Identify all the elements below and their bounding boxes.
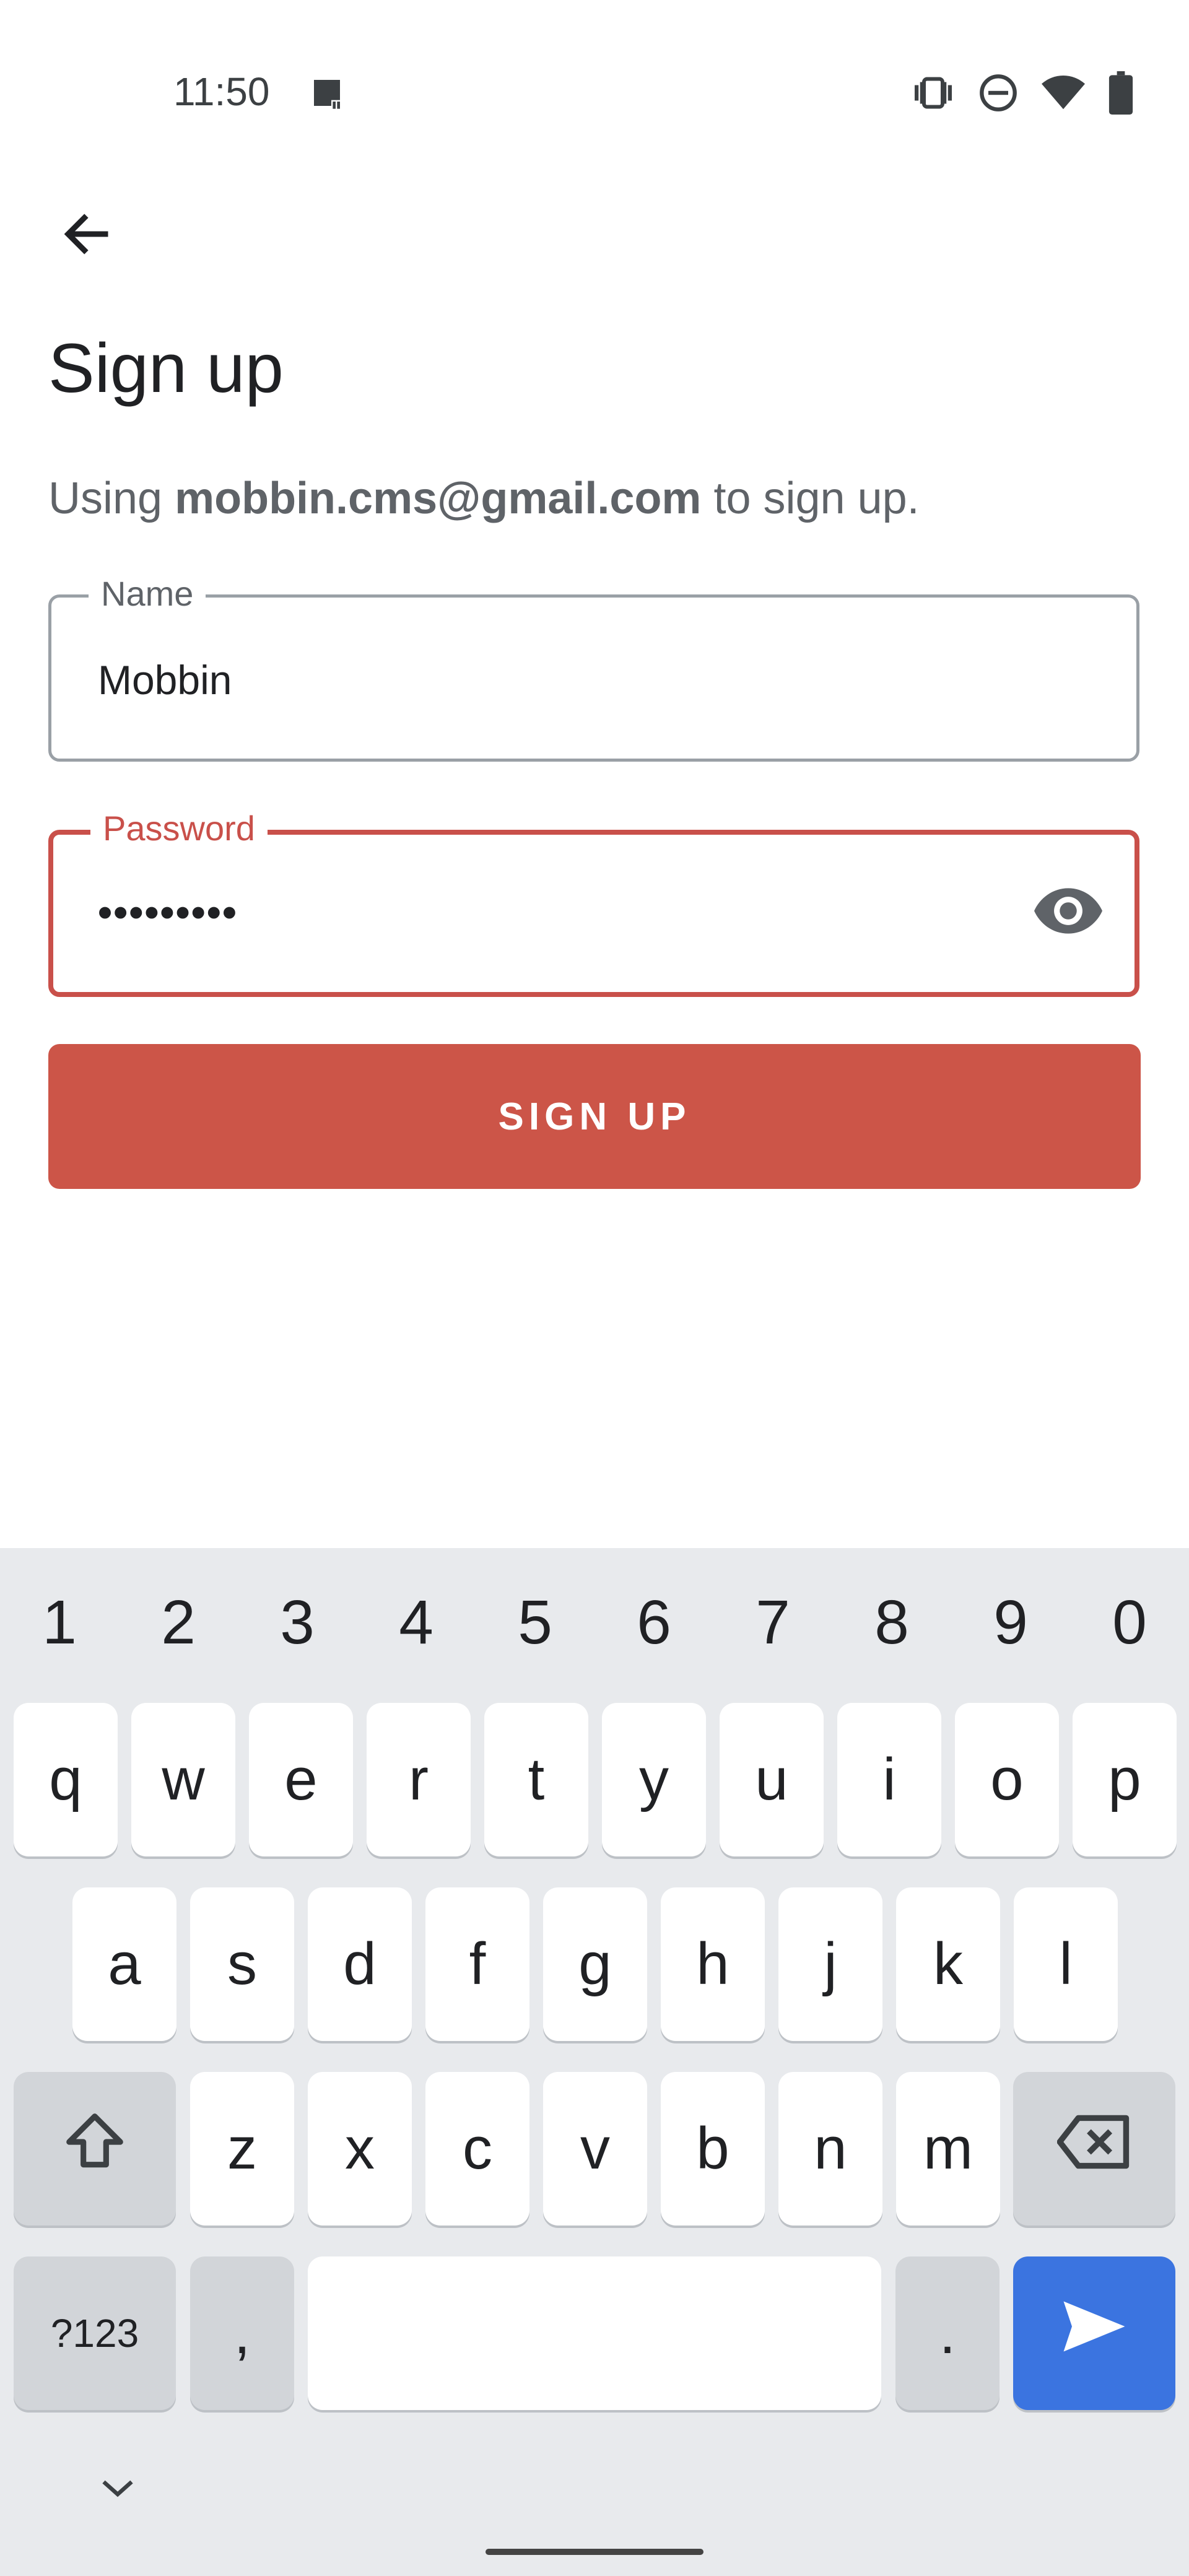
battery-icon [1108, 71, 1133, 115]
key-c[interactable]: c [425, 2072, 529, 2226]
chevron-down-icon [99, 2476, 136, 2504]
key-r[interactable]: r [367, 1703, 471, 1856]
image-icon [310, 76, 344, 110]
backspace-key[interactable] [1013, 2072, 1175, 2226]
collapse-keyboard-button[interactable] [93, 2471, 142, 2508]
shift-icon [61, 2108, 129, 2190]
status-bar: 11:50 [0, 0, 1189, 124]
key-z[interactable]: z [190, 2072, 294, 2226]
eye-icon [1034, 886, 1102, 939]
shift-key[interactable] [14, 2072, 176, 2226]
vibrate-icon [912, 74, 955, 111]
key-o[interactable]: o [955, 1703, 1059, 1856]
key-t[interactable]: t [484, 1703, 588, 1856]
key-i[interactable]: i [837, 1703, 941, 1856]
key-1[interactable]: 1 [0, 1548, 119, 1697]
key-5[interactable]: 5 [476, 1548, 594, 1697]
key-n[interactable]: n [778, 2072, 882, 2226]
status-icons [912, 68, 1133, 118]
page-title: Sign up [48, 329, 284, 407]
key-q[interactable]: q [14, 1703, 118, 1856]
wifi-icon [1042, 74, 1085, 111]
key-l[interactable]: l [1014, 1887, 1118, 2041]
space-key[interactable] [308, 2256, 881, 2410]
key-e[interactable]: e [249, 1703, 353, 1856]
key-0[interactable]: 0 [1070, 1548, 1189, 1697]
arrow-left-icon [59, 206, 115, 265]
subtitle-prefix: Using [48, 474, 175, 523]
symbols-key[interactable]: ?123 [14, 2256, 176, 2410]
key-4[interactable]: 4 [357, 1548, 476, 1697]
key-x[interactable]: x [308, 2072, 412, 2226]
period-key[interactable]: . [895, 2256, 1000, 2410]
key-b[interactable]: b [661, 2072, 765, 2226]
back-button[interactable] [50, 198, 124, 272]
key-k[interactable]: k [896, 1887, 1000, 2041]
key-f[interactable]: f [425, 1887, 529, 2041]
backspace-icon [1056, 2111, 1131, 2187]
key-h[interactable]: h [661, 1887, 765, 2041]
key-g[interactable]: g [543, 1887, 647, 2041]
signup-description: Using mobbin.cms@gmail.com to sign up. [48, 471, 920, 526]
gesture-navigation-bar[interactable] [486, 2549, 703, 2555]
key-v[interactable]: v [543, 2072, 647, 2226]
key-9[interactable]: 9 [951, 1548, 1070, 1697]
subtitle-suffix: to sign up. [701, 474, 920, 523]
key-3[interactable]: 3 [238, 1548, 357, 1697]
send-icon [1060, 2299, 1128, 2369]
password-field[interactable]: Password ••••••••• [48, 804, 1139, 997]
key-m[interactable]: m [896, 2072, 1000, 2226]
comma-key[interactable]: , [190, 2256, 294, 2410]
password-field-value: ••••••••• [98, 889, 238, 935]
password-field-label: Password [90, 804, 268, 853]
key-j[interactable]: j [778, 1887, 882, 2041]
name-field[interactable]: Name Mobbin [48, 569, 1139, 762]
send-key[interactable] [1013, 2256, 1175, 2410]
key-u[interactable]: u [720, 1703, 824, 1856]
name-field-value: Mobbin [98, 657, 232, 703]
sign-up-button[interactable]: SIGN UP [48, 1044, 1141, 1189]
key-y[interactable]: y [602, 1703, 706, 1856]
key-p[interactable]: p [1073, 1703, 1177, 1856]
account-email: mobbin.cms@gmail.com [175, 474, 702, 523]
do-not-disturb-icon [978, 73, 1018, 113]
number-row: 1 2 3 4 5 6 7 8 9 0 [0, 1548, 1189, 1697]
show-password-toggle[interactable] [1034, 884, 1102, 940]
key-a[interactable]: a [72, 1887, 176, 2041]
name-field-label: Name [89, 569, 206, 619]
status-time: 11:50 [173, 69, 270, 114]
key-8[interactable]: 8 [832, 1548, 951, 1697]
key-6[interactable]: 6 [594, 1548, 713, 1697]
key-2[interactable]: 2 [119, 1548, 238, 1697]
key-w[interactable]: w [131, 1703, 235, 1856]
key-d[interactable]: d [308, 1887, 412, 2041]
on-screen-keyboard: 1 2 3 4 5 6 7 8 9 0 q w e r t y u i o p … [0, 1548, 1189, 2576]
key-7[interactable]: 7 [713, 1548, 832, 1697]
key-s[interactable]: s [190, 1887, 294, 2041]
